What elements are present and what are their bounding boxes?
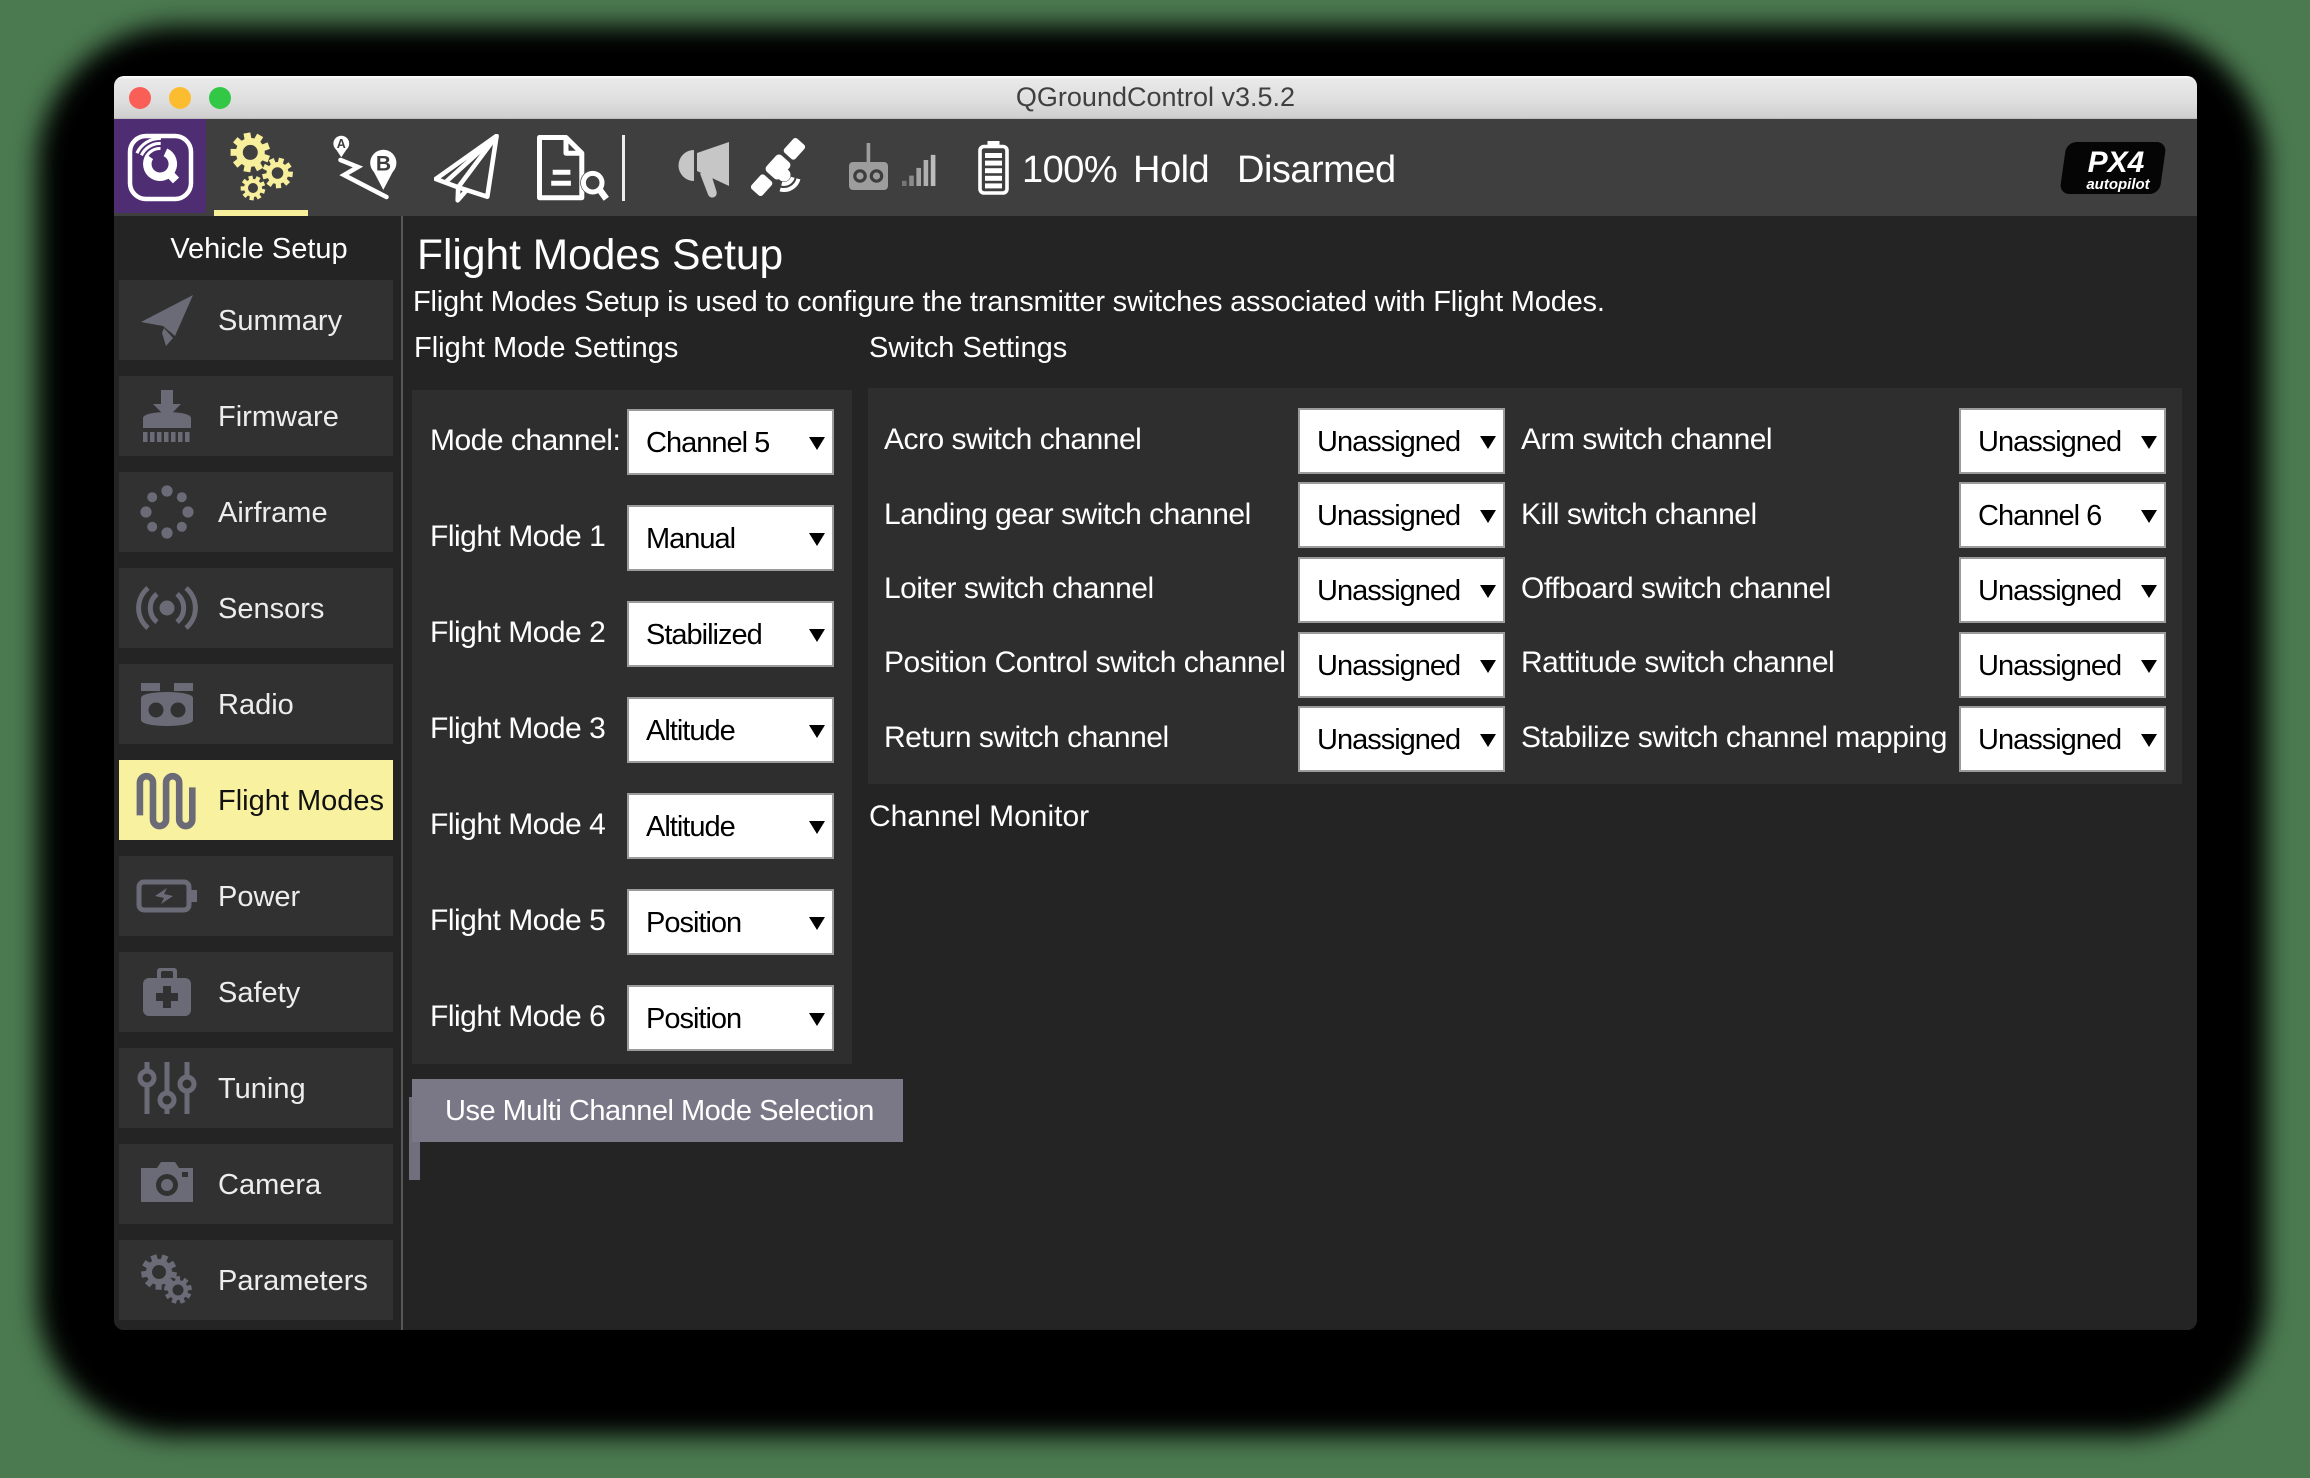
svg-text:PX4: PX4 (2088, 146, 2145, 179)
svg-text:autopilot: autopilot (2086, 176, 2150, 193)
svg-text:B: B (376, 153, 391, 176)
svg-text:A: A (337, 137, 346, 151)
